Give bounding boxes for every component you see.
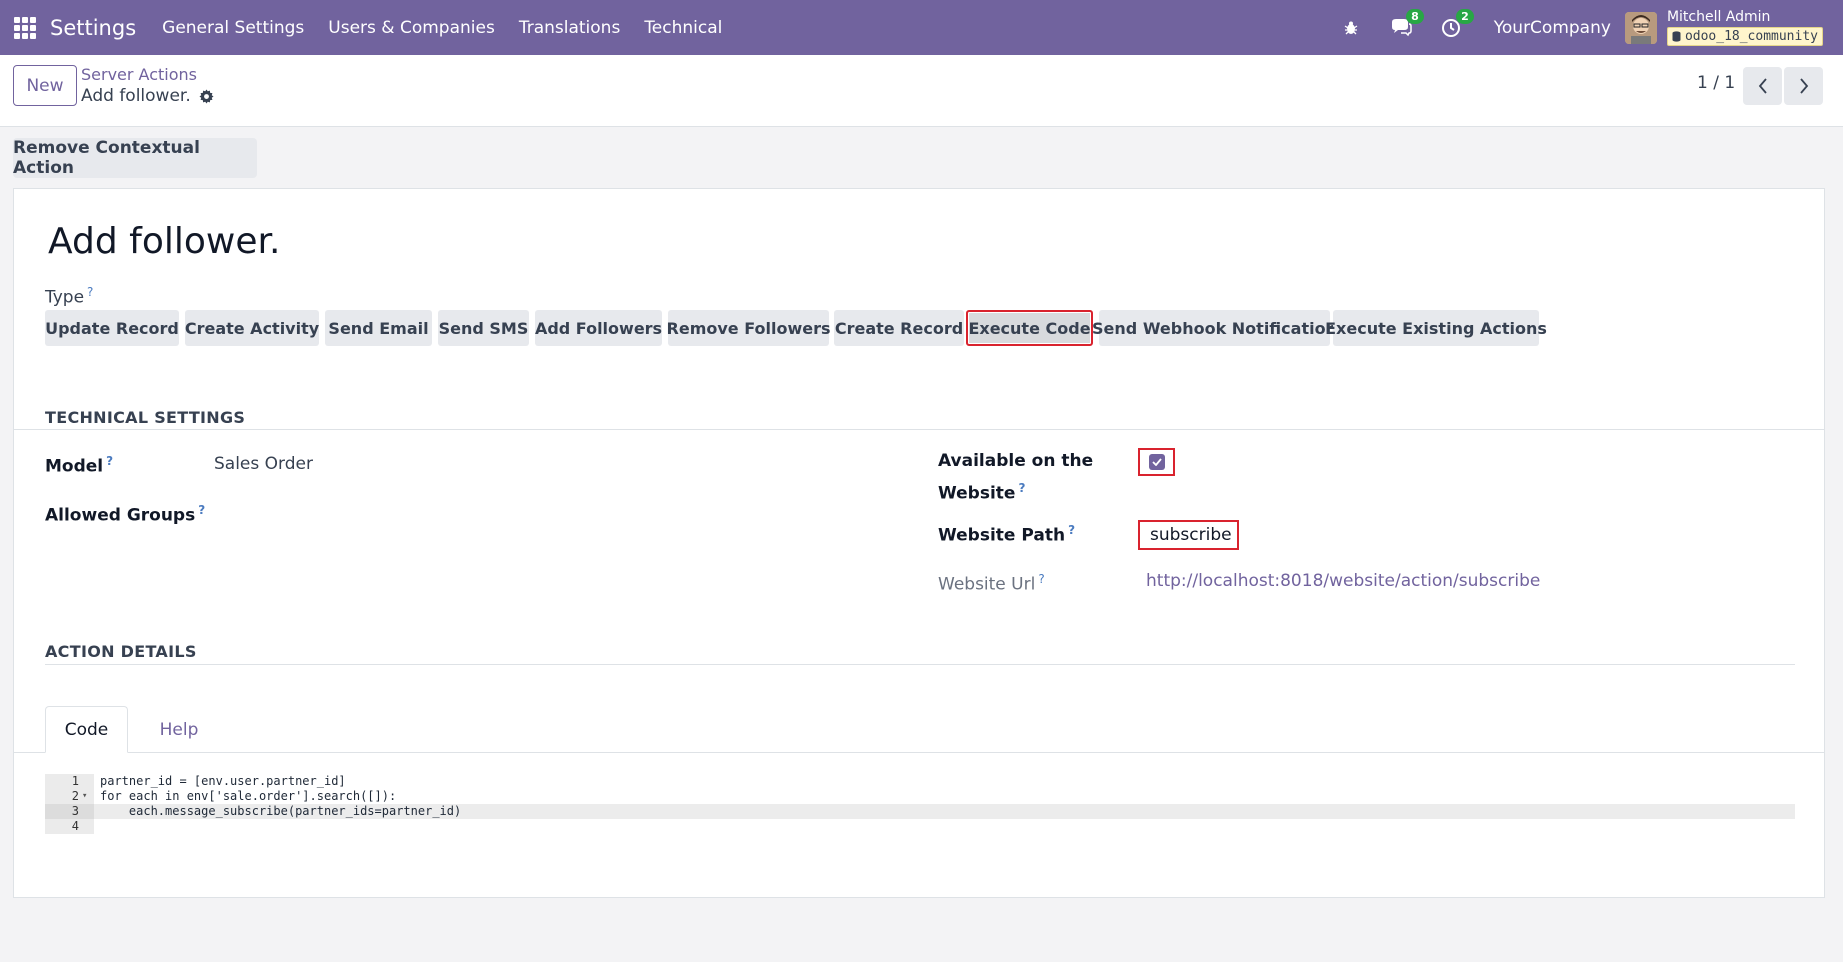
type-send-sms[interactable]: Send SMS (438, 310, 529, 346)
checkmark-icon (1151, 458, 1162, 466)
code-line: 1 partner_id = [env.user.partner_id] (45, 774, 1795, 789)
remove-contextual-action-button[interactable]: Remove Contextual Action (13, 138, 257, 178)
user-name: Mitchell Admin (1666, 9, 1771, 25)
pager-next-button[interactable] (1784, 67, 1823, 105)
type-field-label: Type? (45, 285, 93, 308)
top-navbar: Settings General Settings Users & Compan… (0, 0, 1843, 55)
type-execute-code[interactable]: Execute Code (966, 310, 1093, 346)
type-create-activity[interactable]: Create Activity (185, 310, 319, 346)
record-name: Add follower. (81, 86, 191, 106)
help-tooltip-icon[interactable]: ? (1018, 481, 1025, 495)
website-published-checkbox[interactable] (1138, 448, 1175, 476)
model-field-value[interactable]: Sales Order (214, 454, 313, 474)
messages-count-badge: 8 (1406, 8, 1424, 24)
tab-code[interactable]: Code (45, 706, 128, 753)
app-name[interactable]: Settings (50, 16, 136, 40)
activities-count-badge: 2 (1456, 8, 1474, 24)
messages-chat-icon[interactable]: 8 (1388, 8, 1424, 41)
breadcrumb-current: Add follower. (81, 86, 214, 106)
section-divider (14, 429, 1824, 430)
menu-translations[interactable]: Translations (519, 18, 621, 38)
website-path-field-label: Website Path? (938, 517, 1075, 550)
chevron-right-icon (1799, 78, 1808, 94)
form-sheet: Add follower. Type? Update Record Create… (13, 188, 1825, 898)
model-field-label: Model? (45, 448, 113, 481)
debug-bug-icon[interactable] (1338, 15, 1364, 41)
chevron-left-icon (1758, 78, 1767, 94)
company-switcher[interactable]: YourCompany (1494, 18, 1611, 38)
website-path-input[interactable]: subscribe (1138, 520, 1239, 550)
action-details-heading: ACTION DETAILS (45, 642, 197, 661)
pager-previous-button[interactable] (1743, 67, 1782, 105)
new-button[interactable]: New (13, 65, 77, 106)
website-published-field-label: Available on the Website? (938, 448, 1093, 508)
help-tooltip-icon[interactable]: ? (1068, 523, 1075, 537)
type-remove-followers[interactable]: Remove Followers (667, 310, 830, 346)
database-icon (1672, 31, 1681, 42)
type-update-record[interactable]: Update Record (45, 310, 179, 346)
pager-value[interactable]: 1 / 1 (1697, 73, 1735, 93)
technical-settings-heading: TECHNICAL SETTINGS (45, 408, 246, 427)
type-send-webhook-notification[interactable]: Send Webhook Notification (1092, 310, 1337, 346)
tab-help[interactable]: Help (144, 706, 214, 753)
help-tooltip-icon[interactable]: ? (87, 285, 93, 299)
control-panel: New Server Actions Add follower. 1 / 1 (0, 55, 1843, 127)
code-line: 2 ▾ for each in env['sale.order'].search… (45, 789, 1795, 804)
tabs-divider (14, 752, 1824, 753)
code-text: each.message_subscribe(partner_ids=partn… (100, 804, 462, 818)
code-line-active: 3 each.message_subscribe(partner_ids=par… (45, 804, 1795, 819)
line-number: 2 (71, 789, 79, 803)
code-editor[interactable]: 1 partner_id = [env.user.partner_id] 2 ▾… (45, 774, 1795, 834)
menu-technical[interactable]: Technical (644, 18, 722, 38)
type-create-record[interactable]: Create Record (834, 310, 964, 346)
website-url-label-text: Website Url (938, 574, 1036, 595)
gear-icon[interactable] (199, 88, 214, 104)
code-text: partner_id = [env.user.partner_id] (100, 774, 346, 788)
website-label-line2: Website (938, 483, 1016, 504)
type-send-email[interactable]: Send Email (325, 310, 432, 346)
user-avatar[interactable] (1624, 11, 1657, 44)
type-label-text: Type (45, 287, 85, 308)
record-title[interactable]: Add follower. (48, 221, 280, 262)
help-tooltip-icon[interactable]: ? (106, 454, 113, 468)
line-number: 3 (45, 804, 94, 819)
activities-clock-icon[interactable]: 2 (1438, 8, 1474, 41)
menu-general-settings[interactable]: General Settings (162, 18, 304, 38)
allowed-groups-label-text: Allowed Groups (45, 505, 196, 526)
model-label-text: Model (45, 456, 104, 477)
section-divider (45, 664, 1795, 665)
checkbox-checked (1148, 454, 1165, 470)
line-number: 1 (71, 774, 79, 788)
website-url-field-label: Website Url? (938, 566, 1045, 599)
type-add-followers[interactable]: Add Followers (535, 310, 662, 346)
database-name: odoo_18_community (1684, 29, 1818, 44)
line-number: 4 (71, 819, 79, 833)
code-line: 4 (45, 819, 1795, 834)
help-tooltip-icon[interactable]: ? (198, 503, 205, 517)
user-menu[interactable]: Mitchell Admin odoo_18_community (1666, 9, 1823, 46)
database-badge: odoo_18_community (1666, 27, 1823, 46)
menu-users-companies[interactable]: Users & Companies (328, 18, 495, 38)
website-path-label-text: Website Path (938, 525, 1066, 546)
type-execute-existing-actions[interactable]: Execute Existing Actions (1325, 310, 1547, 346)
website-url-link[interactable]: http://localhost:8018/website/action/sub… (1146, 571, 1540, 591)
apps-grid-icon[interactable] (14, 16, 36, 39)
website-label-line1: Available on the (938, 451, 1094, 471)
help-tooltip-icon[interactable]: ? (1038, 572, 1044, 586)
breadcrumb-server-actions[interactable]: Server Actions (81, 65, 197, 84)
fold-arrow-icon[interactable]: ▾ (82, 789, 87, 804)
allowed-groups-field-label: Allowed Groups? (45, 497, 205, 530)
code-text: for each in env['sale.order'].search([])… (100, 789, 397, 803)
